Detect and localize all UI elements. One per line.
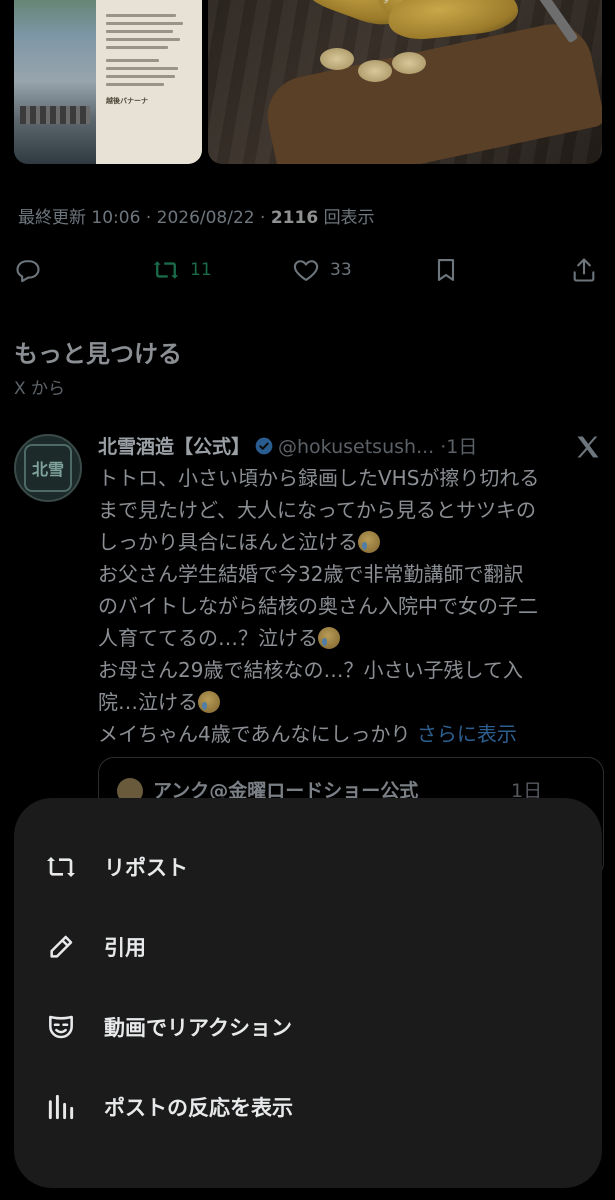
- tweet-line: トトロ、小さい頃から録画したVHSが擦り切れる: [98, 466, 540, 490]
- menu-item-quote[interactable]: 引用: [14, 916, 602, 976]
- menu-item-label: 動画でリアクション: [104, 1016, 292, 1040]
- mask-icon: [44, 1010, 78, 1044]
- tweet-line: 院…泣ける: [98, 690, 198, 714]
- discover-subtitle: X から: [14, 379, 66, 399]
- post-image-bananas[interactable]: です: [208, 0, 602, 164]
- tweet-line: まで見たけど、大人になってから見るとサツキの: [98, 498, 536, 522]
- tweet-line: 人育ててるの…？泣ける: [98, 626, 318, 650]
- views-count: 2116: [270, 208, 319, 228]
- image-caption: です: [378, 0, 395, 4]
- menu-item-label: ポストの反応を表示: [104, 1096, 293, 1120]
- avatar-logo: 北雪: [24, 444, 72, 492]
- views-label: 回表示: [323, 208, 375, 228]
- tweet-line: メイちゃん4歳であんなにしっかり: [98, 722, 411, 746]
- post-date: 2026/08/22: [156, 208, 255, 228]
- menu-item-label: リポスト: [104, 856, 188, 880]
- x-logo-icon: [577, 436, 599, 458]
- flyer-brand: 越後バナーナ: [106, 97, 148, 105]
- like-count: 33: [330, 260, 352, 280]
- repost-options-sheet: リポスト 引用 動画でリアクション ポストの反応を表示: [14, 798, 602, 1188]
- crying-emoji-icon: [198, 691, 220, 713]
- repost-count: 11: [190, 260, 212, 280]
- flyer-document: 越後バナーナ: [96, 0, 202, 164]
- pencil-icon: [44, 930, 78, 964]
- reply-icon: [16, 260, 40, 283]
- post-time: 10:06: [91, 208, 141, 228]
- tweet-text[interactable]: トトロ、小さい頃から録画したVHSが擦り切れる まで見たけど、大人になってから見…: [98, 462, 608, 750]
- crying-emoji-icon: [358, 531, 380, 553]
- show-more-link[interactable]: さらに表示: [417, 722, 517, 746]
- like-button[interactable]: 33: [292, 250, 352, 290]
- repost-icon: [44, 850, 78, 884]
- bar-chart-icon: [44, 1090, 78, 1124]
- bookmark-button[interactable]: [432, 250, 460, 290]
- harbor-photo: [14, 0, 96, 164]
- reply-button[interactable]: [14, 250, 42, 290]
- author-name[interactable]: 北雪酒造【公式】: [98, 436, 250, 458]
- menu-item-repost[interactable]: リポスト: [14, 836, 602, 896]
- tweet-header: 北雪酒造【公式】 @hokusetsush... ·1日: [98, 436, 478, 458]
- share-button[interactable]: [570, 250, 598, 290]
- discover-title: もっと見つける: [14, 340, 182, 368]
- share-icon: [573, 258, 595, 282]
- author-handle[interactable]: @hokusetsush...: [278, 436, 434, 458]
- tweet-line: お父さん学生結婚で今32歳で非常勤講師で翻訳: [98, 562, 524, 586]
- post-meta: 最終更新 10:06 · 2026/08/22 · 2116 回表示: [18, 208, 375, 228]
- crying-emoji-icon: [318, 627, 340, 649]
- verified-badge-icon: [255, 437, 273, 455]
- last-updated-label: 最終更新: [18, 208, 86, 228]
- tweet-line: お母さん29歳で結核なの…？小さい子残して入: [98, 658, 523, 682]
- menu-item-video-reaction[interactable]: 動画でリアクション: [14, 996, 602, 1056]
- repost-icon: [153, 261, 179, 279]
- repost-button[interactable]: 11: [152, 250, 212, 290]
- bookmark-icon: [437, 259, 455, 281]
- banana-slice: [392, 52, 426, 74]
- avatar[interactable]: 北雪: [14, 434, 82, 502]
- tweet-line: のバイトしながら結核の奥さん入院中で女の子二: [98, 594, 538, 618]
- banana-slice: [320, 48, 354, 70]
- post-detail-page: 越後バナーナ です 最終更新 10:06 · 2026/08/22 · 2116…: [0, 0, 615, 1200]
- post-image-document[interactable]: 越後バナーナ: [14, 0, 202, 164]
- banana-slice: [358, 60, 392, 82]
- tweet-line: しっかり具合にほんと泣ける: [98, 530, 358, 554]
- heart-icon: [293, 260, 319, 281]
- post-action-bar: 11 33: [0, 250, 615, 290]
- menu-item-view-engagements[interactable]: ポストの反応を表示: [14, 1076, 602, 1136]
- tweet-time: 1日: [446, 436, 478, 458]
- menu-item-label: 引用: [104, 936, 146, 960]
